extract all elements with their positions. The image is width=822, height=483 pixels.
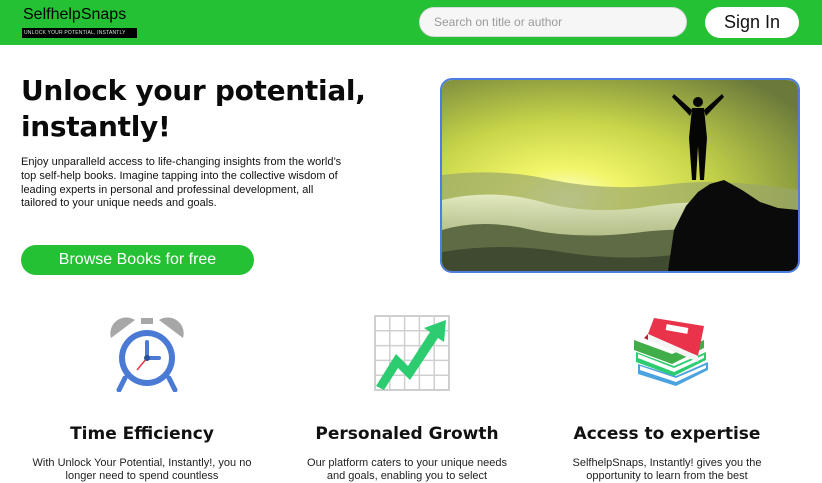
hero-title: Unlock your potential, instantly! [21, 74, 366, 143]
search-input[interactable] [419, 7, 687, 37]
logo-name: SelfhelpSnaps [23, 6, 127, 23]
sign-in-button[interactable]: Sign In [705, 7, 799, 38]
alarm-clock-icon [110, 317, 184, 392]
logo[interactable]: SelfhelpSnaps UNLOCK YOUR POTENTIAL, INS… [22, 6, 138, 39]
feature-title: Access to expertise [573, 424, 761, 444]
hero-image [440, 78, 800, 273]
feature-description: Our platform caters to your unique needs… [307, 457, 507, 482]
growth-chart-icon [374, 315, 450, 391]
browse-books-button[interactable]: Browse Books for free [21, 245, 254, 275]
feature-title: Personaled Growth [315, 424, 499, 444]
person-on-mountain-peak-photo [442, 80, 798, 271]
feature-title: Time Efficiency [70, 424, 214, 444]
logo-tagline: UNLOCK YOUR POTENTIAL, INSTANTLY [22, 28, 137, 38]
top-header: SelfhelpSnaps UNLOCK YOUR POTENTIAL, INS… [0, 0, 822, 45]
books-stack-icon [634, 318, 708, 386]
hero-description: Enjoy unparalleld access to life-changin… [21, 156, 342, 210]
feature-description: With Unlock Your Potential, Instantly!, … [32, 457, 252, 482]
feature-description: SelfhelpSnaps, Instantly! gives you the … [572, 457, 762, 482]
